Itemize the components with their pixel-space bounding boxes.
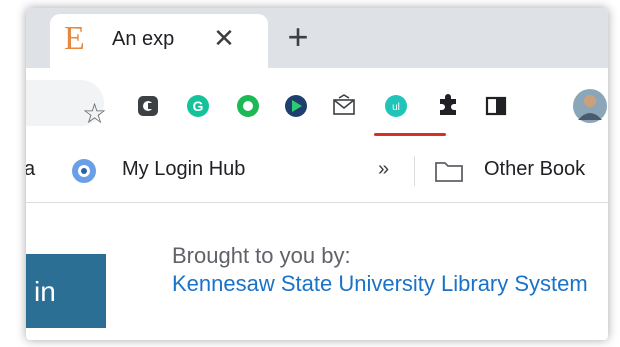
mail-extension-icon[interactable] — [332, 94, 356, 118]
bookmarks-divider — [414, 156, 415, 186]
library-link[interactable]: Kennesaw State University Library System — [172, 270, 602, 298]
grammarly-icon[interactable]: G — [186, 94, 210, 118]
address-bar[interactable]: ☆ — [26, 80, 107, 128]
bookmark-star-icon[interactable]: ☆ — [82, 100, 107, 128]
toolbar: ☆ G ul — [26, 68, 608, 140]
svg-text:ul: ul — [392, 102, 400, 113]
tab-favicon: E — [64, 20, 85, 57]
tab-title: An exp — [112, 28, 175, 50]
chrome-extension-icon[interactable] — [136, 94, 160, 118]
blue-green-extension-icon[interactable] — [284, 94, 308, 118]
green-circle-extension-icon[interactable] — [236, 94, 260, 118]
bookmark-my-login-hub[interactable]: My Login Hub — [122, 158, 245, 181]
linkedin-learning-badge[interactable]: in — [26, 254, 106, 328]
puzzle-icon[interactable] — [436, 94, 460, 118]
svg-text:G: G — [193, 98, 204, 114]
browser-window: E An exp ✕ + ☆ G ul a My Login Hub » Oth… — [26, 8, 608, 340]
bookmark-cut-label[interactable]: a — [26, 158, 35, 181]
active-tab[interactable]: E An exp ✕ — [50, 14, 268, 68]
teal-extension-icon[interactable]: ul — [384, 94, 408, 118]
profile-avatar[interactable] — [572, 88, 608, 124]
new-tab-button[interactable]: + — [280, 19, 316, 56]
bookmark-other-bookmarks[interactable]: Other Book — [484, 158, 585, 181]
login-hub-icon — [72, 159, 96, 183]
linkedin-logo-text: in — [34, 276, 56, 307]
bookmarks-overflow-button[interactable]: » — [378, 158, 389, 181]
bookmarks-bar: a My Login Hub » Other Book — [26, 140, 608, 203]
extension-highlight-underline — [374, 133, 446, 136]
tab-strip: E An exp ✕ + — [26, 8, 608, 68]
close-icon[interactable]: ✕ — [210, 24, 238, 52]
folder-icon — [435, 162, 463, 182]
brought-to-you-label: Brought to you by: — [172, 243, 351, 268]
side-panel-icon[interactable] — [484, 94, 508, 118]
